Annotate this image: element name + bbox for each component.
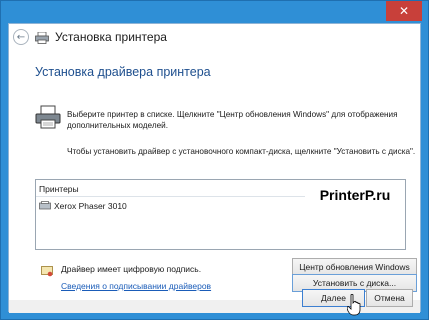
page-heading: Установка драйвера принтера: [35, 65, 211, 79]
instruction-text-2: Чтобы установить драйвер с установочного…: [67, 147, 416, 156]
printer-icon: [35, 104, 61, 130]
watermark-text: PrinterP.ru: [305, 185, 405, 205]
printer-icon: [35, 31, 49, 44]
list-item[interactable]: Xerox Phaser 3010: [39, 200, 127, 212]
close-button[interactable]: ✕: [386, 1, 422, 21]
signing-info-link[interactable]: Сведения о подписывании драйверов: [61, 281, 211, 291]
header-row: ← Установка принтера: [9, 24, 420, 50]
cancel-button[interactable]: Отмена: [366, 289, 413, 307]
mouse-pointer-icon: [346, 293, 361, 316]
dialog-client-area: ← Установка принтера Установка драйвера …: [8, 23, 421, 313]
printer-icon: [39, 201, 51, 211]
list-item-label: Xerox Phaser 3010: [54, 201, 127, 211]
instruction-text-1: Выберите принтер в списке. Щелкните "Цен…: [67, 110, 398, 130]
back-arrow-icon[interactable]: ←: [17, 32, 25, 43]
window-title: Установка принтера: [55, 30, 167, 44]
signature-status: Драйвер имеет цифровую подпись.: [61, 264, 202, 274]
back-button[interactable]: ←: [13, 29, 29, 45]
certificate-icon: [41, 264, 53, 277]
list-header: Принтеры: [39, 184, 79, 194]
close-icon[interactable]: ✕: [399, 4, 409, 18]
